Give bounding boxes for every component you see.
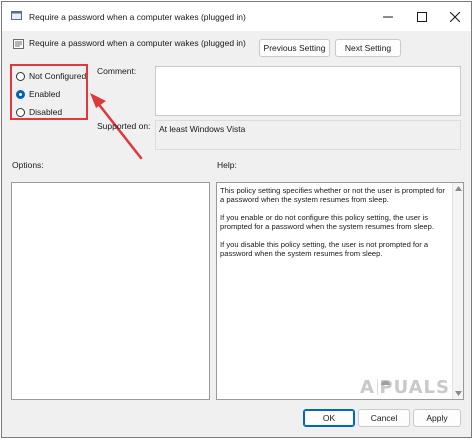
help-text: This policy setting specifies whether or…	[220, 186, 450, 266]
policy-dialog: Require a password when a computer wakes…	[1, 1, 472, 438]
help-paragraph: If you disable this policy setting, the …	[220, 239, 429, 259]
apply-button[interactable]: Apply	[413, 409, 461, 427]
options-label: Options:	[12, 160, 44, 170]
options-panel	[11, 182, 210, 400]
help-panel[interactable]: This policy setting specifies whether or…	[216, 182, 464, 400]
comment-label: Comment:	[97, 66, 137, 76]
supported-on-label: Supported on:	[97, 121, 151, 131]
cancel-button[interactable]: Cancel	[358, 409, 410, 427]
help-paragraph: If you enable or do not configure this p…	[220, 212, 434, 232]
supported-on-field: At least Windows Vista	[155, 120, 461, 150]
appuals-watermark-logo: A PUALS	[360, 376, 450, 398]
ok-button[interactable]: OK	[303, 409, 355, 427]
help-label: Help:	[217, 160, 237, 170]
help-scrollbar[interactable]	[452, 183, 463, 399]
scroll-down-icon[interactable]	[455, 391, 462, 396]
supported-on-value: At least Windows Vista	[159, 124, 246, 134]
help-paragraph: This policy setting specifies whether or…	[220, 186, 445, 205]
comment-textarea[interactable]	[155, 66, 461, 116]
scroll-up-icon[interactable]	[455, 186, 462, 191]
